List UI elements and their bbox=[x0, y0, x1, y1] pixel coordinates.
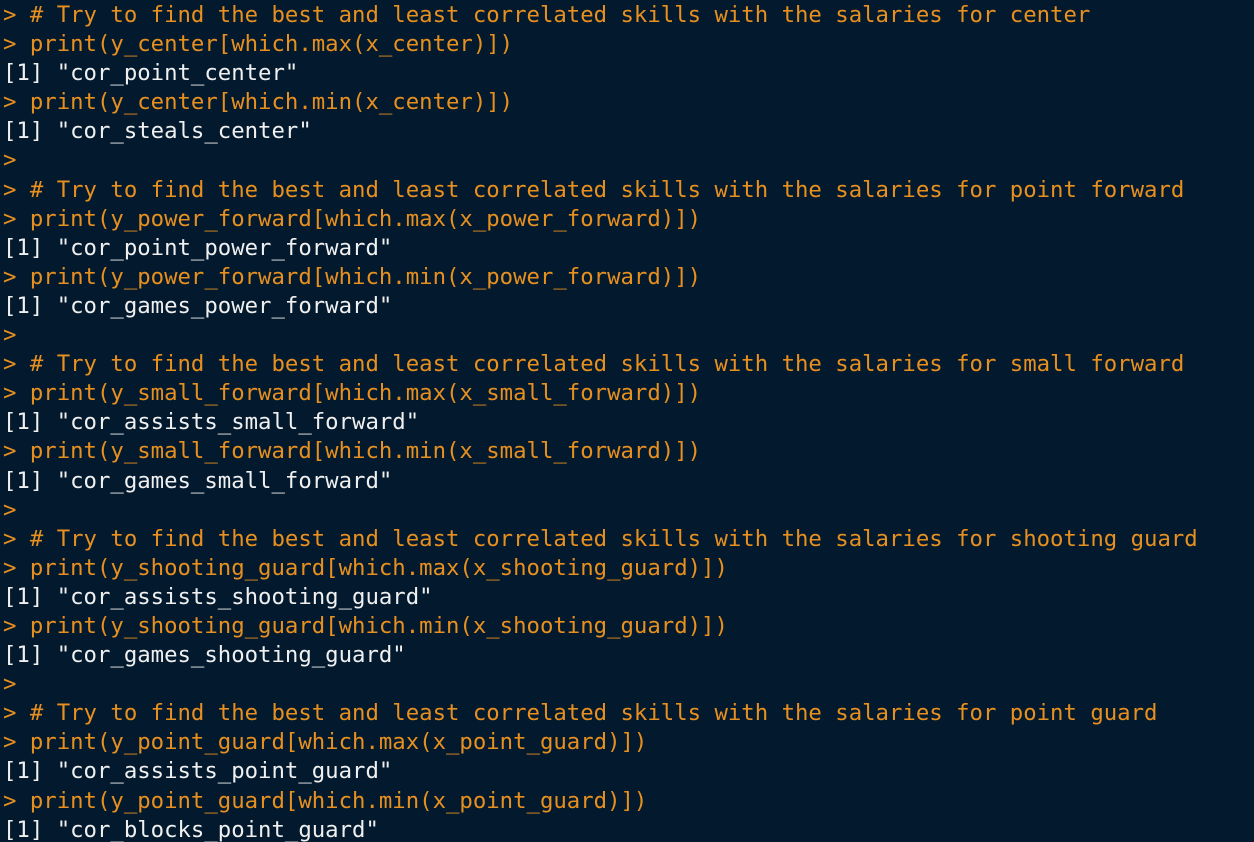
console-output-line: [1] "cor_games_power_forward" bbox=[3, 292, 393, 319]
console-input-line: > bbox=[3, 496, 17, 523]
console-input-line: > print(y_center[which.min(x_center)]) bbox=[3, 89, 514, 116]
console-input-line: > print(y_shooting_guard[which.min(x_sho… bbox=[3, 612, 728, 639]
console-output-line: [1] "cor_assists_small_forward" bbox=[3, 409, 420, 436]
console-input-line: > # Try to find the best and least corre… bbox=[3, 351, 1185, 378]
console-input-line: > # Try to find the best and least corre… bbox=[3, 176, 1185, 203]
console-input-line: > print(y_power_forward[which.max(x_powe… bbox=[3, 205, 702, 232]
console-input-line: > # Try to find the best and least corre… bbox=[3, 525, 1198, 552]
console-input-line: > bbox=[3, 322, 17, 349]
console-input-line: > print(y_power_forward[which.min(x_powe… bbox=[3, 263, 702, 290]
console-output-line: [1] "cor_assists_shooting_guard" bbox=[3, 583, 433, 610]
console-output-line: [1] "cor_games_shooting_guard" bbox=[3, 642, 406, 669]
console-input-line: > print(y_small_forward[which.min(x_smal… bbox=[3, 438, 702, 465]
r-console[interactable]: > # Try to find the best and least corre… bbox=[0, 0, 1254, 842]
console-input-line: > bbox=[3, 671, 17, 698]
console-input-line: > print(y_small_forward[which.max(x_smal… bbox=[3, 380, 702, 407]
console-input-line: > print(y_shooting_guard[which.max(x_sho… bbox=[3, 554, 728, 581]
console-output-line: [1] "cor_point_power_forward" bbox=[3, 234, 393, 261]
console-input-line: > print(y_point_guard[which.max(x_point_… bbox=[3, 729, 648, 756]
console-input-line: > print(y_point_guard[which.min(x_point_… bbox=[3, 787, 648, 814]
console-output-line: [1] "cor_games_small_forward" bbox=[3, 467, 393, 494]
console-output-line: [1] "cor_steals_center" bbox=[3, 118, 312, 145]
console-output-line: [1] "cor_point_center" bbox=[3, 60, 299, 87]
console-output-line: [1] "cor_assists_point_guard" bbox=[3, 758, 393, 785]
console-output-line: [1] "cor_blocks_point_guard" bbox=[3, 816, 379, 842]
console-input-line: > bbox=[3, 147, 17, 174]
console-input-line: > # Try to find the best and least corre… bbox=[3, 700, 1158, 727]
console-input-line: > print(y_center[which.max(x_center)]) bbox=[3, 31, 514, 58]
console-input-line: > # Try to find the best and least corre… bbox=[3, 2, 1091, 28]
